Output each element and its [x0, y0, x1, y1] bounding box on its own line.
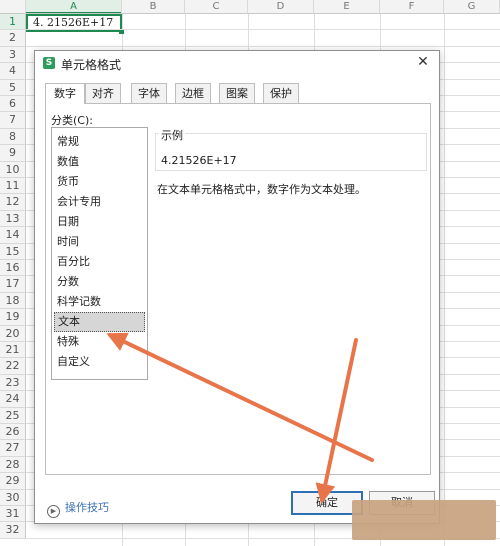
- row-header-12[interactable]: 12: [0, 194, 26, 211]
- row-header-17[interactable]: 17: [0, 276, 26, 293]
- tab-protection[interactable]: 保护: [263, 83, 299, 103]
- row-header-11[interactable]: 11: [0, 178, 26, 195]
- category-item-fraction[interactable]: 分数: [54, 272, 145, 292]
- row-header-25[interactable]: 25: [0, 407, 26, 424]
- watermark: [352, 500, 496, 540]
- tab-font[interactable]: 字体: [131, 83, 167, 103]
- row-header-28[interactable]: 28: [0, 456, 26, 474]
- dialog-title: 单元格格式: [61, 58, 122, 72]
- category-item-special[interactable]: 特殊: [54, 332, 145, 352]
- column-header-g[interactable]: G: [444, 0, 500, 14]
- sample-value: 4.21526E+17: [161, 154, 237, 167]
- category-item-general[interactable]: 常规: [54, 132, 145, 152]
- row-header-4[interactable]: 4: [0, 63, 26, 80]
- row-header-7[interactable]: 7: [0, 112, 26, 129]
- row-header-2[interactable]: 2: [0, 30, 26, 47]
- tab-border[interactable]: 边框: [175, 83, 211, 103]
- row-header-20[interactable]: 20: [0, 325, 26, 342]
- row-header-19[interactable]: 19: [0, 309, 26, 326]
- category-item-percentage[interactable]: 百分比: [54, 252, 145, 272]
- row-header-14[interactable]: 14: [0, 227, 26, 244]
- category-description: 在文本单元格格式中，数字作为文本处理。: [157, 183, 366, 196]
- category-item-accounting[interactable]: 会计专用: [54, 192, 145, 212]
- row-header-10[interactable]: 10: [0, 161, 26, 178]
- row-header-6[interactable]: 6: [0, 96, 26, 113]
- row-header-3[interactable]: 3: [0, 46, 26, 64]
- row-header-5[interactable]: 5: [0, 79, 26, 96]
- tips-link[interactable]: ▶ 操作技巧: [47, 499, 109, 518]
- category-listbox[interactable]: 常规 数值 货币 会计专用 日期 时间 百分比 分数 科学记数 文本 特殊 自定…: [51, 127, 148, 380]
- category-item-date[interactable]: 日期: [54, 212, 145, 232]
- row-header-30[interactable]: 30: [0, 489, 26, 506]
- row-header-21[interactable]: 21: [0, 342, 26, 359]
- category-item-currency[interactable]: 货币: [54, 172, 145, 192]
- row-header-24[interactable]: 24: [0, 391, 26, 408]
- row-header-8[interactable]: 8: [0, 128, 26, 146]
- row-header-27[interactable]: 27: [0, 440, 26, 457]
- select-all-corner[interactable]: [0, 0, 26, 14]
- tab-pattern[interactable]: 图案: [219, 83, 255, 103]
- row-header-18[interactable]: 18: [0, 292, 26, 310]
- format-cells-dialog: S 单元格格式 ✕ 数字 对齐 字体 边框 图案 保护 分类(C): 常规 数值…: [34, 50, 440, 524]
- row-header-9[interactable]: 9: [0, 145, 26, 162]
- tab-alignment[interactable]: 对齐: [85, 83, 121, 103]
- tab-number[interactable]: 数字: [45, 83, 85, 104]
- column-header-f[interactable]: F: [380, 0, 444, 14]
- tips-label: 操作技巧: [65, 501, 109, 514]
- column-header-b[interactable]: B: [122, 0, 185, 14]
- row-header-29[interactable]: 29: [0, 473, 26, 490]
- column-header-d[interactable]: D: [248, 0, 314, 14]
- category-item-scientific[interactable]: 科学记数: [54, 292, 145, 312]
- row-header-31[interactable]: 31: [0, 506, 26, 523]
- close-button[interactable]: ✕: [415, 54, 431, 70]
- row-header-23[interactable]: 23: [0, 374, 26, 392]
- category-label: 分类(C):: [51, 114, 93, 127]
- category-item-text[interactable]: 文本: [54, 312, 145, 332]
- row-header-13[interactable]: 13: [0, 210, 26, 228]
- category-item-custom[interactable]: 自定义: [54, 352, 145, 372]
- row-header-26[interactable]: 26: [0, 424, 26, 441]
- category-item-time[interactable]: 时间: [54, 232, 145, 252]
- wps-spreadsheet-icon: S: [43, 57, 55, 69]
- sample-label: 示例: [159, 127, 185, 143]
- row-header-15[interactable]: 15: [0, 243, 26, 260]
- row-header-32[interactable]: 32: [0, 522, 26, 539]
- dialog-titlebar[interactable]: S 单元格格式 ✕: [35, 51, 439, 75]
- category-item-number[interactable]: 数值: [54, 152, 145, 172]
- play-circle-icon: ▶: [47, 505, 60, 518]
- row-header-22[interactable]: 22: [0, 358, 26, 375]
- row-header-1[interactable]: 1: [0, 14, 26, 31]
- column-header-a[interactable]: A: [26, 0, 122, 14]
- column-header-e[interactable]: E: [314, 0, 380, 14]
- row-header-16[interactable]: 16: [0, 260, 26, 277]
- column-header-c[interactable]: C: [185, 0, 248, 14]
